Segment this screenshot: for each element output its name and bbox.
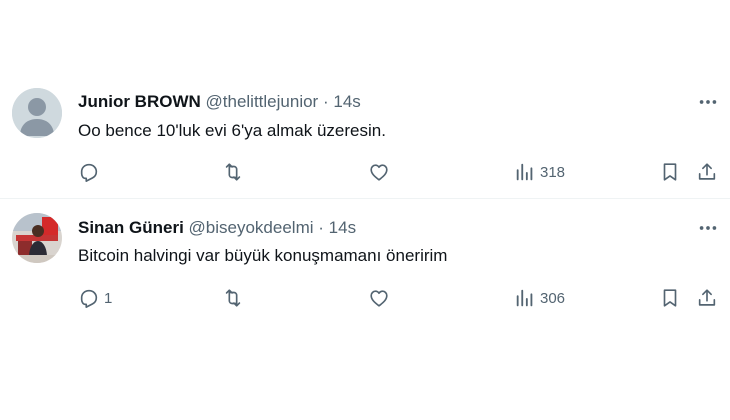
like-icon [370,164,388,181]
more-icon [699,226,717,230]
share-icon [698,163,716,180]
views-button[interactable]: 318 [514,159,565,185]
tweet-header: Junior BROWN @thelittlejunior · 14s [78,92,361,112]
tweet-text: Oo bence 10'luk evi 6'ya almak üzeresin. [78,121,386,140]
separator: · [318,218,324,237]
reply-count: 1 [104,289,113,307]
tweet-header: Sinan Güneri @biseyokdeelmi · 14s [78,218,356,238]
like-icon [370,290,388,307]
timestamp[interactable]: 14s [333,92,360,111]
views-count: 306 [540,289,566,307]
photo-avatar-icon [12,213,62,263]
reply-button[interactable] [78,159,104,185]
more-button[interactable] [696,216,720,240]
bookmark-icon [663,289,677,307]
like-button[interactable] [368,285,390,311]
reply-icon [80,289,98,308]
views-icon [516,289,533,307]
retweet-button[interactable] [222,285,244,311]
bookmark-button[interactable] [659,159,681,185]
handle[interactable]: @biseyokdeelmi [189,218,314,237]
views-count: 318 [540,163,566,181]
tweet-text: Bitcoin halvingi var büyük konuşmamanı ö… [78,246,448,265]
retweet-icon [225,289,241,307]
action-bar: 1 306 [0,285,730,311]
action-bar: 318 [0,159,730,185]
default-avatar-icon [12,88,62,138]
bookmark-icon [663,163,677,181]
reply-tweet[interactable]: Junior BROWN @thelittlejunior · 14s Oo b… [0,80,730,199]
like-button[interactable] [368,159,390,185]
reply-tweet[interactable]: Sinan Güneri @biseyokdeelmi · 14s Bitcoi… [0,199,730,323]
handle[interactable]: @thelittlejunior [206,92,319,111]
views-icon [516,163,533,181]
timestamp[interactable]: 14s [329,218,356,237]
separator: · [322,92,329,111]
share-button[interactable] [696,159,718,185]
retweet-button[interactable] [222,159,244,185]
display-name[interactable]: Junior BROWN [78,92,201,111]
avatar[interactable] [12,88,62,138]
share-button[interactable] [696,285,718,311]
share-icon [698,289,716,306]
views-button[interactable]: 306 [514,285,565,311]
retweet-icon [225,163,241,181]
avatar[interactable] [12,213,62,263]
more-button[interactable] [696,90,720,114]
display-name[interactable]: Sinan Güneri [78,218,184,237]
bookmark-button[interactable] [659,285,681,311]
reply-button[interactable]: 1 [78,285,112,311]
reply-icon [80,163,98,182]
more-icon [699,100,717,104]
